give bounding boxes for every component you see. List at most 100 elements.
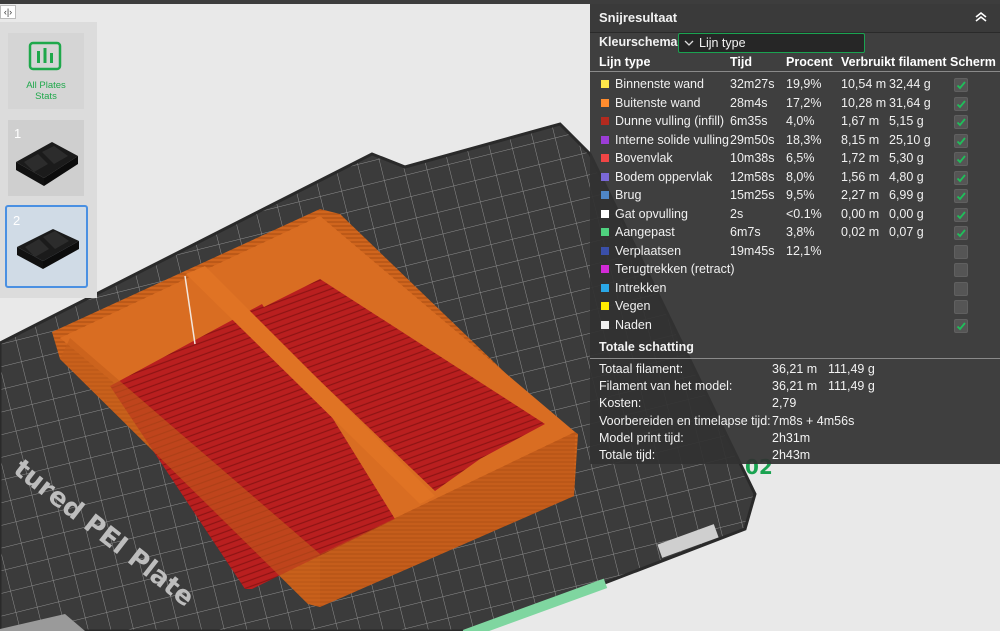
checkmark-icon: [956, 136, 966, 145]
line-type-percent: <0.1%: [786, 206, 822, 221]
line-type-row: Verplaatsen 19m45s 12,1%: [590, 243, 1000, 261]
plate-thumbnail-1[interactable]: 1: [8, 120, 84, 196]
line-type-row: Aangepast 6m7s 3,8% 0,02 m 0,07 g: [590, 224, 1000, 242]
summary-row: Voorbereiden en timelapse tijd: 7m8s + 4m…: [590, 414, 1000, 431]
line-type-row: Bovenvlak 10m38s 6,5% 1,72 m 5,30 g: [590, 150, 1000, 168]
display-checkbox[interactable]: [954, 115, 968, 129]
checkmark-icon: [956, 321, 966, 330]
summary-key: Totaal filament:: [599, 362, 684, 376]
line-type-length: 0,02 m: [841, 225, 880, 239]
panel-title: Snijresultaat: [599, 10, 678, 25]
summary-title: Totale schatting: [599, 340, 694, 354]
line-type-row: Interne solide vulling 29m50s 18,3% 8,15 m 2…: [590, 132, 1000, 150]
checkmark-icon: [956, 173, 966, 182]
summary-header: Totale schatting: [590, 338, 1000, 359]
color-scheme-dropdown[interactable]: Lijn type: [678, 33, 865, 53]
stats-chart-icon: [28, 41, 62, 71]
line-type-name: Gat opvulling: [615, 206, 688, 221]
color-swatch: [601, 117, 609, 125]
plate-2-preview: [17, 229, 79, 269]
display-checkbox[interactable]: [954, 263, 968, 277]
line-type-weight: 31,64 g: [889, 95, 931, 110]
line-type-weight: 5,15 g: [889, 114, 924, 128]
line-type-time: 6m35s: [730, 114, 768, 128]
line-type-row: Bodem oppervlak 12m58s 8,0% 1,56 m 4,80 g: [590, 169, 1000, 187]
line-type-length: 10,54 m: [841, 77, 887, 91]
plate-1-preview: [16, 142, 78, 186]
summary-key: Voorbereiden en timelapse tijd:: [599, 413, 771, 428]
line-type-time: 15m25s: [730, 188, 775, 202]
display-checkbox[interactable]: [954, 244, 968, 259]
color-swatch: [601, 320, 609, 329]
summary-value: 2,79: [772, 396, 797, 411]
line-type-percent: 6,5%: [786, 151, 815, 165]
line-type-weight: 0,07 g: [889, 225, 924, 239]
line-type-row: Terugtrekken (retract): [590, 261, 1000, 279]
color-swatch: [601, 209, 609, 218]
line-type-weight: 32,44 g: [889, 77, 931, 91]
checkmark-icon: [956, 229, 966, 238]
plate-thumbnail-2[interactable]: 2: [5, 205, 88, 288]
col-header-percent: Procent: [786, 55, 833, 69]
line-type-name: Terugtrekken (retract): [615, 262, 735, 276]
display-checkbox[interactable]: [954, 281, 968, 296]
col-header-time: Tijd: [730, 55, 752, 69]
color-swatch: [601, 228, 609, 236]
color-scheme-value: Lijn type: [699, 36, 746, 50]
color-swatch: [601, 302, 609, 310]
line-type-row: Vegen: [590, 298, 1000, 316]
summary-key: Filament van het model:: [599, 379, 733, 394]
summary-value: 2h43m: [772, 448, 811, 462]
line-type-time: 32m27s: [730, 77, 775, 91]
display-checkbox[interactable]: [954, 207, 968, 222]
line-type-name: Bovenvlak: [615, 151, 673, 165]
line-type-length: 10,28 m: [841, 95, 887, 110]
color-swatch: [601, 191, 609, 199]
line-type-name: Brug: [615, 188, 642, 202]
display-checkbox[interactable]: [954, 226, 968, 240]
line-type-name: Bodem oppervlak: [615, 169, 713, 184]
checkmark-icon: [956, 99, 966, 108]
line-type-time: 28m4s: [730, 95, 768, 110]
stats-label-line2: Stats: [35, 91, 57, 102]
line-type-percent: 8,0%: [786, 169, 815, 184]
sidebar-collapse-toggle[interactable]: ‹|›: [0, 5, 16, 19]
line-type-name: Interne solide vulling: [615, 132, 729, 147]
line-type-percent: 4,0%: [786, 114, 815, 128]
col-header-type: Lijn type: [599, 55, 651, 69]
line-type-length: 1,72 m: [841, 151, 880, 165]
slicing-result-panel: Snijresultaat Kleurschema Lijn type Lijn…: [590, 4, 1000, 464]
color-swatch: [601, 172, 609, 181]
summary-value-2: 111,49 g: [828, 379, 875, 394]
checkmark-icon: [956, 192, 966, 201]
line-type-row: Brug 15m25s 9,5% 2,27 m 6,99 g: [590, 187, 1000, 205]
line-type-row: Gat opvulling 2s <0.1% 0,00 m 0,00 g: [590, 206, 1000, 224]
line-type-row: Binnenste wand 32m27s 19,9% 10,54 m 32,44 g: [590, 76, 1000, 94]
color-swatch: [601, 283, 609, 292]
display-checkbox[interactable]: [954, 78, 968, 92]
display-checkbox[interactable]: [954, 133, 968, 148]
line-type-weight: 5,30 g: [889, 151, 924, 165]
line-type-weight: 25,10 g: [889, 132, 931, 147]
color-scheme-label: Kleurschema: [599, 35, 678, 49]
display-checkbox[interactable]: [954, 318, 968, 333]
display-checkbox[interactable]: [954, 152, 968, 166]
all-plates-stats-button[interactable]: All Plates Stats: [8, 33, 84, 109]
display-checkbox[interactable]: [954, 189, 968, 203]
color-swatch: [601, 135, 609, 144]
line-type-time: 29m50s: [730, 132, 775, 147]
checkmark-icon: [956, 81, 966, 90]
line-type-length: 1,56 m: [841, 169, 880, 184]
display-checkbox[interactable]: [954, 170, 968, 185]
line-type-weight: 0,00 g: [889, 206, 924, 221]
display-checkbox[interactable]: [954, 300, 968, 314]
summary-value: 7m8s + 4m56s: [772, 413, 855, 428]
line-type-name: Binnenste wand: [615, 77, 704, 91]
line-type-percent: 19,9%: [786, 77, 822, 91]
color-swatch: [601, 246, 609, 255]
line-type-percent: 18,3%: [786, 132, 822, 147]
line-type-name: Naden: [615, 317, 652, 332]
display-checkbox[interactable]: [954, 96, 968, 111]
collapse-icon[interactable]: [974, 11, 988, 23]
summary-row: Kosten: 2,79: [590, 396, 1000, 413]
